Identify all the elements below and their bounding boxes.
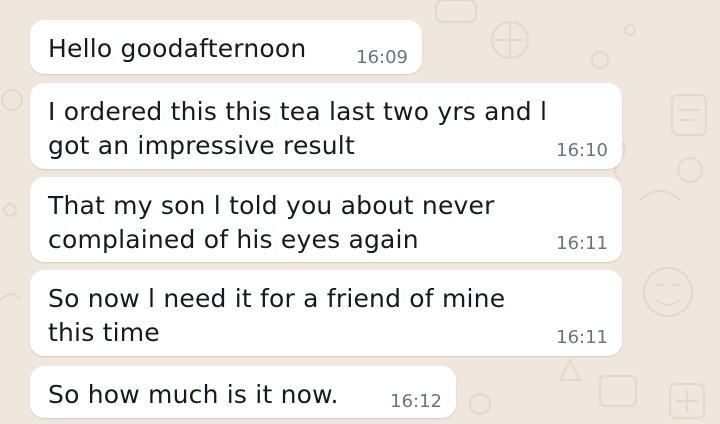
message-bubble[interactable]: So how much is it now. 16:12 <box>30 366 456 418</box>
message-bubble[interactable]: I ordered this this tea last two yrs and… <box>30 83 622 169</box>
message-timestamp: 16:09 <box>356 47 408 68</box>
message-timestamp: 16:12 <box>390 391 442 412</box>
message-timestamp: 16:11 <box>556 327 608 348</box>
message-text: That my son l told you about never compl… <box>48 191 495 254</box>
message-text: I ordered this this tea last two yrs and… <box>48 97 548 160</box>
message-timestamp: 16:10 <box>556 140 608 161</box>
message-bubble[interactable]: That my son l told you about never compl… <box>30 177 622 262</box>
message-bubble[interactable]: So now l need it for a friend of mine th… <box>30 270 622 356</box>
message-bubble[interactable]: Hello goodafternoon 16:09 <box>30 20 422 74</box>
message-timestamp: 16:11 <box>556 233 608 254</box>
chat-conversation: Hello goodafternoon 16:09 I ordered this… <box>0 0 720 424</box>
message-text: So now l need it for a friend of mine th… <box>48 284 506 347</box>
